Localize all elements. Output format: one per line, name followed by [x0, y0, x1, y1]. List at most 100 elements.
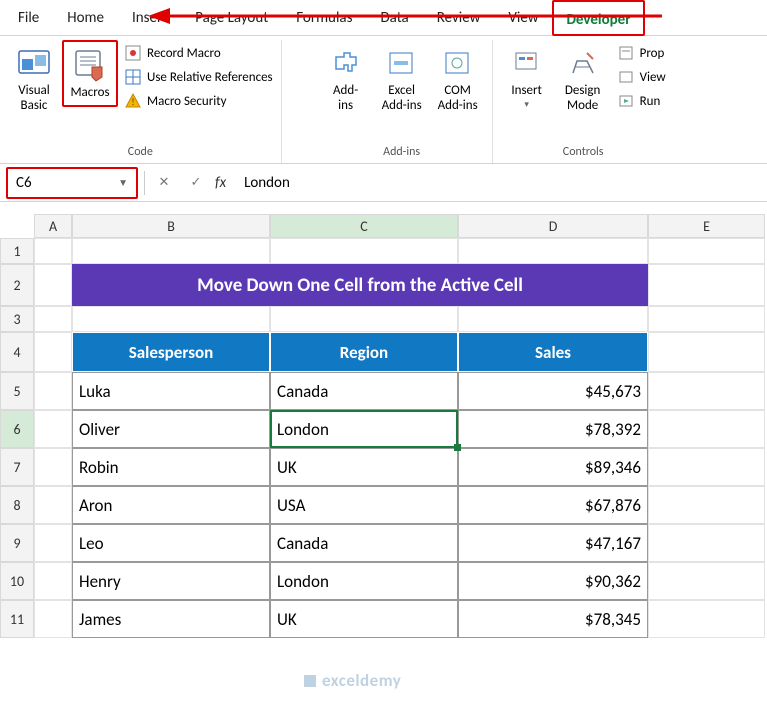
cell[interactable] [648, 600, 765, 638]
cell[interactable] [34, 372, 72, 410]
cell[interactable] [648, 332, 765, 372]
cell[interactable] [648, 448, 765, 486]
header-sales[interactable]: Sales [458, 332, 648, 372]
visual-basic-button[interactable]: Visual Basic [6, 40, 62, 118]
chevron-down-icon: ▾ [524, 99, 529, 110]
design-mode-button[interactable]: Design Mode [555, 40, 611, 118]
col-header-b[interactable]: B [72, 214, 270, 238]
tab-data[interactable]: Data [366, 0, 422, 36]
cell[interactable] [648, 372, 765, 410]
cell[interactable] [72, 306, 270, 332]
col-header-e[interactable]: E [648, 214, 765, 238]
col-header-d[interactable]: D [458, 214, 648, 238]
table-cell-sales[interactable]: $78,392 [458, 410, 648, 448]
view-code-button[interactable]: View [617, 68, 666, 86]
cell[interactable] [34, 600, 72, 638]
table-cell-salesperson[interactable]: Henry [72, 562, 270, 600]
addins-button[interactable]: Add- ins [318, 40, 374, 118]
cell[interactable] [458, 238, 648, 264]
cell[interactable] [648, 562, 765, 600]
table-cell-sales[interactable]: $45,673 [458, 372, 648, 410]
cell[interactable] [270, 238, 458, 264]
row-header-7[interactable]: 7 [0, 448, 34, 486]
cell[interactable] [270, 306, 458, 332]
table-cell-region[interactable]: USA [270, 486, 458, 524]
macro-security-button[interactable]: ! Macro Security [124, 92, 273, 110]
row-header-11[interactable]: 11 [0, 600, 34, 638]
table-cell-sales[interactable]: $47,167 [458, 524, 648, 562]
table-cell-sales[interactable]: $67,876 [458, 486, 648, 524]
title-cell[interactable]: Move Down One Cell from the Active Cell [72, 264, 648, 306]
cell[interactable] [34, 486, 72, 524]
row-header-2[interactable]: 2 [0, 264, 34, 306]
insert-control-button[interactable]: Insert ▾ [499, 40, 555, 114]
cell[interactable] [34, 306, 72, 332]
tab-view[interactable]: View [494, 0, 552, 36]
row-header-9[interactable]: 9 [0, 524, 34, 562]
com-addins-button[interactable]: COM Add-ins [430, 40, 486, 118]
row-header-1[interactable]: 1 [0, 238, 34, 264]
tab-file[interactable]: File [4, 0, 53, 36]
cell[interactable] [34, 562, 72, 600]
table-cell-salesperson[interactable]: Aron [72, 486, 270, 524]
row-header-6[interactable]: 6 [0, 410, 34, 448]
table-cell-region[interactable]: Canada [270, 372, 458, 410]
name-box[interactable]: C6 ▼ [6, 167, 138, 199]
run-dialog-button[interactable]: Run [617, 92, 666, 110]
macros-button[interactable]: Macros [62, 40, 118, 107]
cell[interactable] [648, 486, 765, 524]
cell[interactable] [34, 238, 72, 264]
excel-addins-button[interactable]: Excel Add-ins [374, 40, 430, 118]
table-cell-region[interactable]: UK [270, 448, 458, 486]
cell[interactable] [648, 524, 765, 562]
fill-handle[interactable] [454, 444, 461, 451]
properties-button[interactable]: Prop [617, 44, 666, 62]
use-relative-references-label: Use Relative References [147, 70, 273, 85]
tab-insert[interactable]: Insert [118, 0, 181, 36]
cell[interactable] [34, 448, 72, 486]
cell[interactable] [458, 306, 648, 332]
col-header-c[interactable]: C [270, 214, 458, 238]
chevron-down-icon[interactable]: ▼ [118, 176, 128, 189]
table-cell-sales[interactable]: $90,362 [458, 562, 648, 600]
table-cell-region[interactable]: Canada [270, 524, 458, 562]
cell[interactable] [34, 410, 72, 448]
table-cell-region[interactable]: UK [270, 600, 458, 638]
cell[interactable] [34, 332, 72, 372]
fx-icon[interactable]: fx [215, 174, 226, 192]
tab-formulas[interactable]: Formulas [282, 0, 366, 36]
row-header-8[interactable]: 8 [0, 486, 34, 524]
cell[interactable] [648, 410, 765, 448]
header-region[interactable]: Region [270, 332, 458, 372]
tab-developer[interactable]: Developer [552, 0, 644, 36]
cell[interactable] [648, 238, 765, 264]
table-cell-salesperson[interactable]: Leo [72, 524, 270, 562]
cell[interactable] [648, 264, 765, 306]
accept-formula-icon[interactable]: ✓ [183, 175, 209, 190]
table-cell-salesperson[interactable]: Robin [72, 448, 270, 486]
tab-home[interactable]: Home [53, 0, 118, 36]
table-cell-salesperson[interactable]: James [72, 600, 270, 638]
table-cell-salesperson[interactable]: Luka [72, 372, 270, 410]
col-header-a[interactable]: A [34, 214, 72, 238]
record-macro-button[interactable]: Record Macro [124, 44, 273, 62]
table-cell-region[interactable]: London [270, 562, 458, 600]
cancel-formula-icon[interactable]: ✕ [151, 175, 177, 190]
cell[interactable] [72, 238, 270, 264]
cell[interactable] [648, 306, 765, 332]
row-header-5[interactable]: 5 [0, 372, 34, 410]
use-relative-references-button[interactable]: Use Relative References [124, 68, 273, 86]
tab-review[interactable]: Review [423, 0, 495, 36]
table-cell-salesperson[interactable]: Oliver [72, 410, 270, 448]
table-cell-region[interactable]: London [270, 410, 458, 448]
table-cell-sales[interactable]: $78,345 [458, 600, 648, 638]
cell[interactable] [34, 264, 72, 306]
row-header-3[interactable]: 3 [0, 306, 34, 332]
header-salesperson[interactable]: Salesperson [72, 332, 270, 372]
cell[interactable] [34, 524, 72, 562]
row-header-4[interactable]: 4 [0, 332, 34, 372]
row-header-10[interactable]: 10 [0, 562, 34, 600]
formula-input[interactable]: London [238, 174, 761, 192]
table-cell-sales[interactable]: $89,346 [458, 448, 648, 486]
tab-page-layout[interactable]: Page Layout [181, 0, 282, 36]
